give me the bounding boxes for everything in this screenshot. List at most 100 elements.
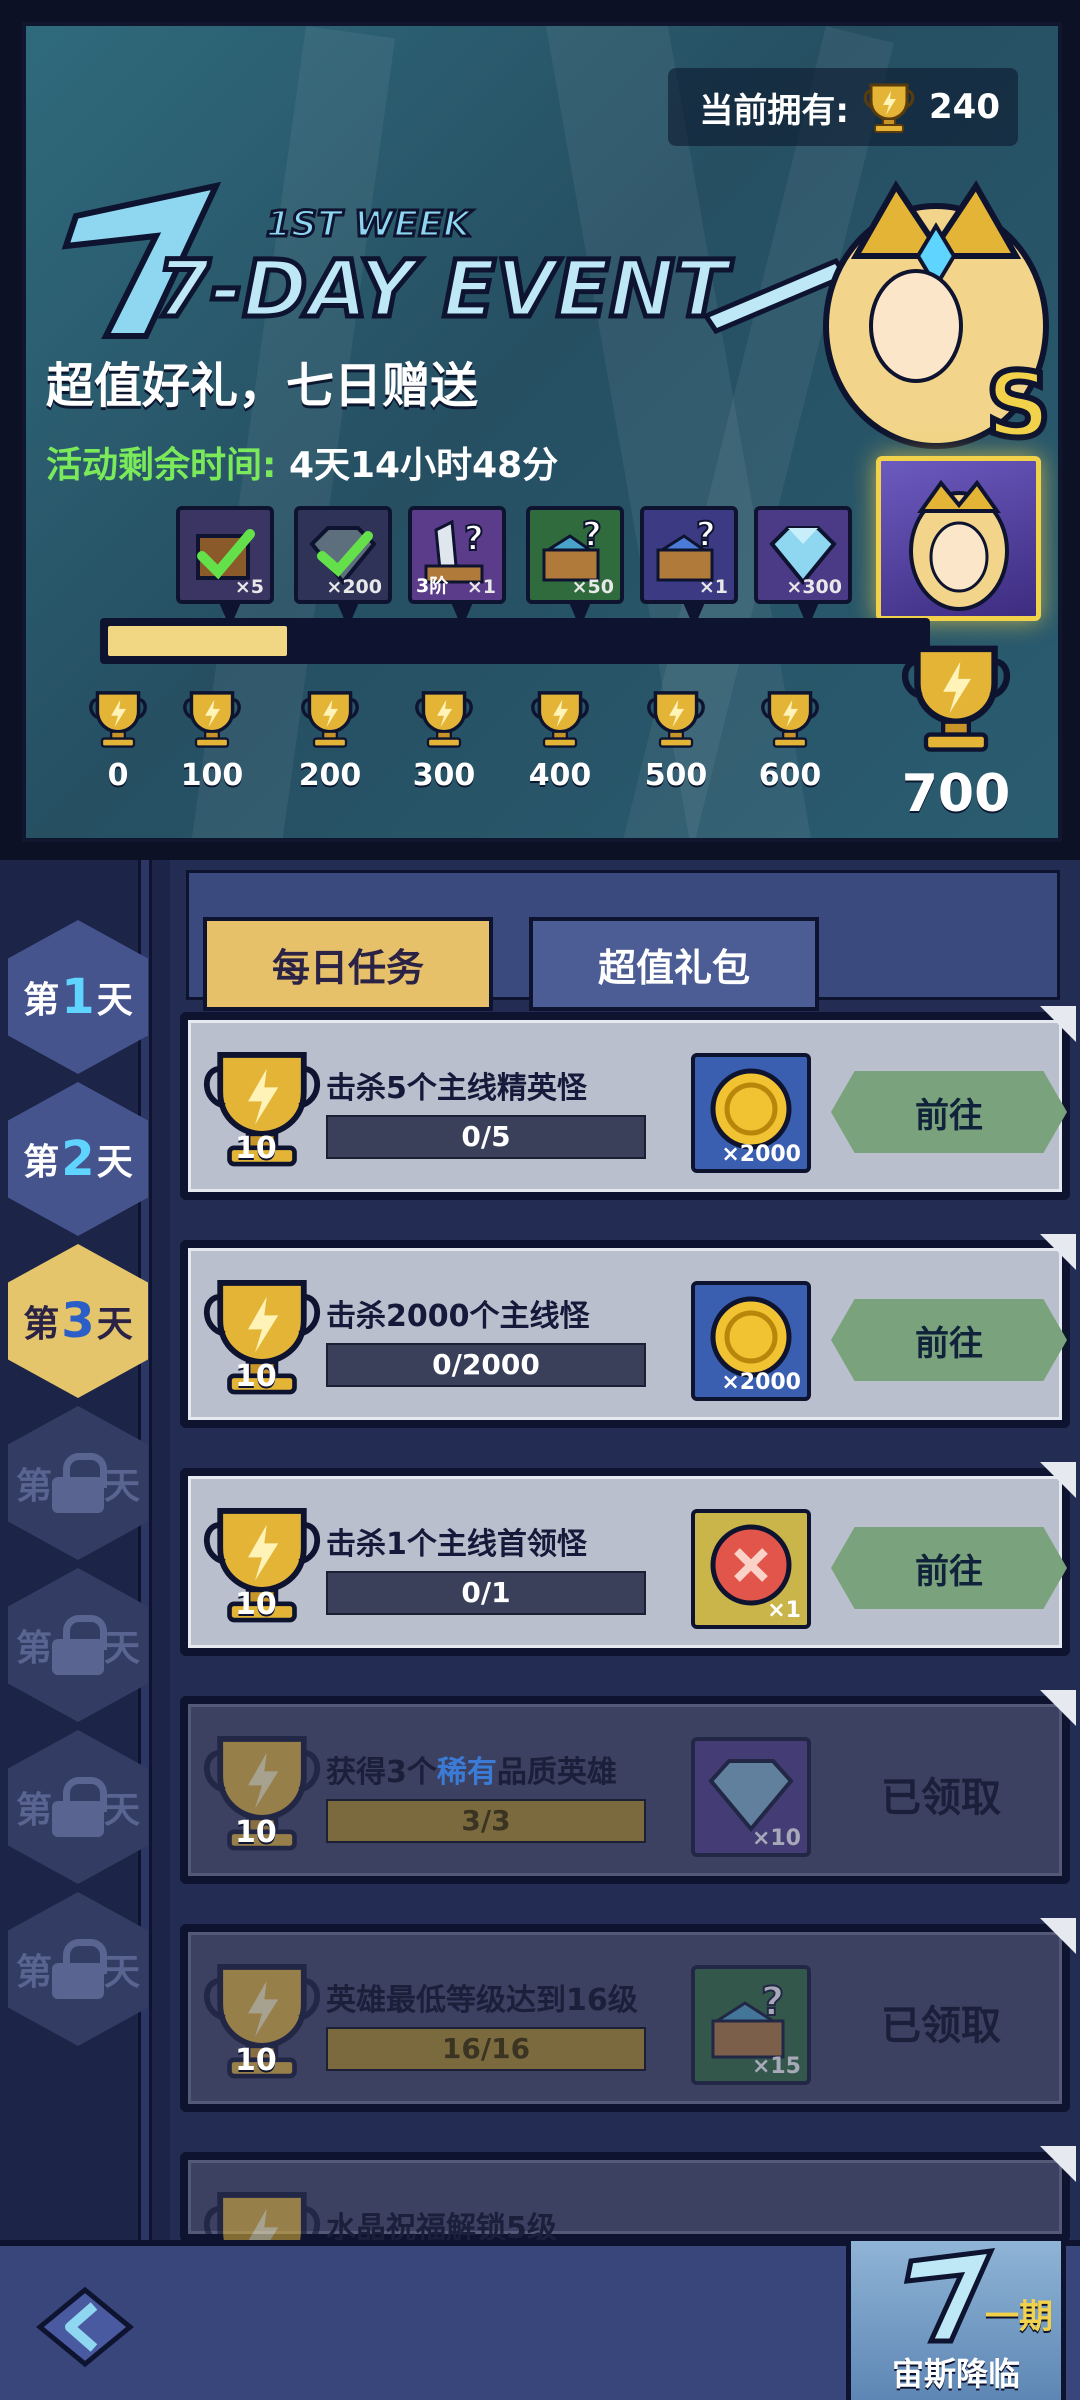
task-name-post: 品质英雄 xyxy=(496,1755,617,1790)
owned-label: 当前拥有: xyxy=(699,90,850,131)
milestone: 0 xyxy=(78,686,158,793)
lock-icon xyxy=(52,1453,107,1513)
reward-qty: ×2000 xyxy=(721,1142,801,1167)
card-corner-tab xyxy=(1040,1690,1076,1726)
reward-qty: ×1 xyxy=(767,1598,801,1623)
task-name-text: 英雄最低等级达到16级 xyxy=(326,1983,638,2018)
reward-item[interactable]: ×300 xyxy=(754,506,852,628)
card-corner-tab xyxy=(1040,1006,1076,1042)
task-name-text: 击杀2000个主线怪 xyxy=(326,1299,590,1334)
task-card: 10 击杀5个主线精英怪 0/5 ×2000 前往 xyxy=(188,1020,1067,1192)
task-name: 英雄最低等级达到16级 xyxy=(326,1975,638,2019)
rarity-highlight: 稀有 xyxy=(436,1755,497,1790)
task-name-text: 击杀1个主线首领怪 xyxy=(326,1527,587,1562)
final-milestone: 700 xyxy=(886,636,1026,824)
reward-qty: ×2000 xyxy=(721,1370,801,1395)
task-progress: 0/1 xyxy=(326,1571,646,1615)
day-prefix: 第 xyxy=(23,1304,60,1345)
task-reward[interactable]: ×2000 xyxy=(691,1053,811,1173)
day-prefix: 第 xyxy=(23,980,60,1021)
claimed-label: 已领取 xyxy=(881,1775,1001,1821)
event-tag: 一期 xyxy=(985,2297,1053,2337)
task-reward[interactable]: ? ×15 xyxy=(691,1965,811,2085)
sidebar-rail xyxy=(138,860,152,2240)
task-reward[interactable]: ×2000 xyxy=(691,1281,811,1401)
day-number: 3 xyxy=(61,1293,95,1349)
day-suffix: 天 xyxy=(96,1304,133,1345)
day-prefix: 第 xyxy=(15,1466,52,1507)
task-row: 10 击杀2000个主线怪 0/2000 ×2000 前往 xyxy=(180,1234,1076,1428)
claimed-label: 已领取 xyxy=(881,2003,1001,2049)
trophy-icon xyxy=(901,645,1011,752)
task-card: 水晶祝福解锁5级 xyxy=(188,2160,1062,2307)
task-card: 10 获得3个稀有品质英雄 3/3 ×10 已领取 xyxy=(188,1704,1062,1876)
reward-item[interactable]: ? ×50 xyxy=(526,506,624,628)
back-arrow-icon[interactable] xyxy=(30,2282,140,2372)
final-reward-hero-card[interactable] xyxy=(876,456,1041,621)
task-row: 水晶祝福解锁5级 xyxy=(180,2146,1076,2307)
svg-text:?: ? xyxy=(582,515,602,555)
event-subtitle: 超值好礼，七日赠送 xyxy=(46,358,479,414)
reward-qty: ×200 xyxy=(326,576,382,598)
day-number: 2 xyxy=(61,1131,95,1187)
go-button[interactable]: 前往 xyxy=(831,1527,1067,1609)
owned-points: 当前拥有: 240 xyxy=(668,68,1018,146)
zeus-event-button[interactable]: 一期 宙斯降临 xyxy=(846,2236,1066,2400)
reward-qty: ×10 xyxy=(751,1826,801,1851)
bottom-nav: 一期 宙斯降临 xyxy=(0,2236,1080,2400)
day-suffix: 天 xyxy=(96,980,133,1021)
task-name: 击杀2000个主线怪 xyxy=(326,1291,590,1335)
task-progress: 0/2000 xyxy=(326,1343,646,1387)
task-row: 10 击杀5个主线精英怪 0/5 ×2000 前往 xyxy=(180,1006,1076,1200)
day-suffix: 天 xyxy=(96,1142,133,1183)
task-tabs-bar: 每日任务 超值礼包 xyxy=(186,870,1060,1011)
reward-item[interactable]: ×200 xyxy=(294,506,392,628)
card-corner-tab xyxy=(1040,1234,1076,1270)
task-name-text: 击杀5个主线精英怪 xyxy=(326,1071,587,1106)
milestone-value: 500 xyxy=(644,758,708,793)
tab-value-packages[interactable]: 超值礼包 xyxy=(529,917,819,1011)
day-suffix: 天 xyxy=(104,1466,141,1507)
reward-qty: ×15 xyxy=(751,2054,801,2079)
milestone-value: 0 xyxy=(107,758,129,793)
remaining-time: 活动剩余时间: 4天14小时48分 xyxy=(46,436,558,488)
reward-item[interactable]: ? 3阶 ×1 xyxy=(408,506,506,628)
go-button[interactable]: 前往 xyxy=(831,1299,1067,1381)
event-title-logo: 1ST WEEK 7-DAY EVENT xyxy=(61,181,736,339)
day-suffix: 天 xyxy=(104,1952,141,1993)
points-progress-track xyxy=(100,618,930,664)
milestone-value: 300 xyxy=(412,758,476,793)
reward-qty: ×300 xyxy=(786,576,842,598)
tab-daily-tasks[interactable]: 每日任务 xyxy=(203,917,493,1011)
reward-item[interactable]: ? ×1 xyxy=(640,506,738,628)
hero-portrait-art: S xyxy=(702,180,1054,456)
task-reward[interactable]: ×10 xyxy=(691,1737,811,1857)
milestone: 400 xyxy=(520,686,600,793)
day-prefix: 第 xyxy=(23,1142,60,1183)
trophy-icon xyxy=(863,83,915,133)
owned-value: 240 xyxy=(929,87,1000,127)
go-button[interactable]: 前往 xyxy=(831,1071,1067,1153)
trophy-icon xyxy=(647,691,705,748)
milestone: 200 xyxy=(290,686,370,793)
day-prefix: 第 xyxy=(15,1790,52,1831)
trophy-icon xyxy=(301,691,359,748)
lock-icon xyxy=(52,1939,107,1999)
milestone: 600 xyxy=(750,686,830,793)
trophy-icon xyxy=(415,691,473,748)
task-name: 击杀5个主线精英怪 xyxy=(326,1063,587,1107)
trophy-icon xyxy=(183,691,241,748)
reward-qty: ×1 xyxy=(698,576,728,598)
milestone-value: 100 xyxy=(180,758,244,793)
milestone-row: 0 100 200 300 400 500 600 700 xyxy=(26,645,1058,824)
card-corner-tab xyxy=(1040,2146,1076,2182)
reward-item[interactable]: ×5 xyxy=(176,506,274,628)
milestone-value: 200 xyxy=(298,758,362,793)
reward-qty: ×5 xyxy=(234,576,264,598)
task-progress: 3/3 xyxy=(326,1799,646,1843)
task-points: 10 xyxy=(235,1815,277,1850)
task-reward[interactable]: ×1 xyxy=(691,1509,811,1629)
lock-icon xyxy=(52,1777,107,1837)
lock-icon xyxy=(52,1615,107,1675)
milestone: 300 xyxy=(404,686,484,793)
